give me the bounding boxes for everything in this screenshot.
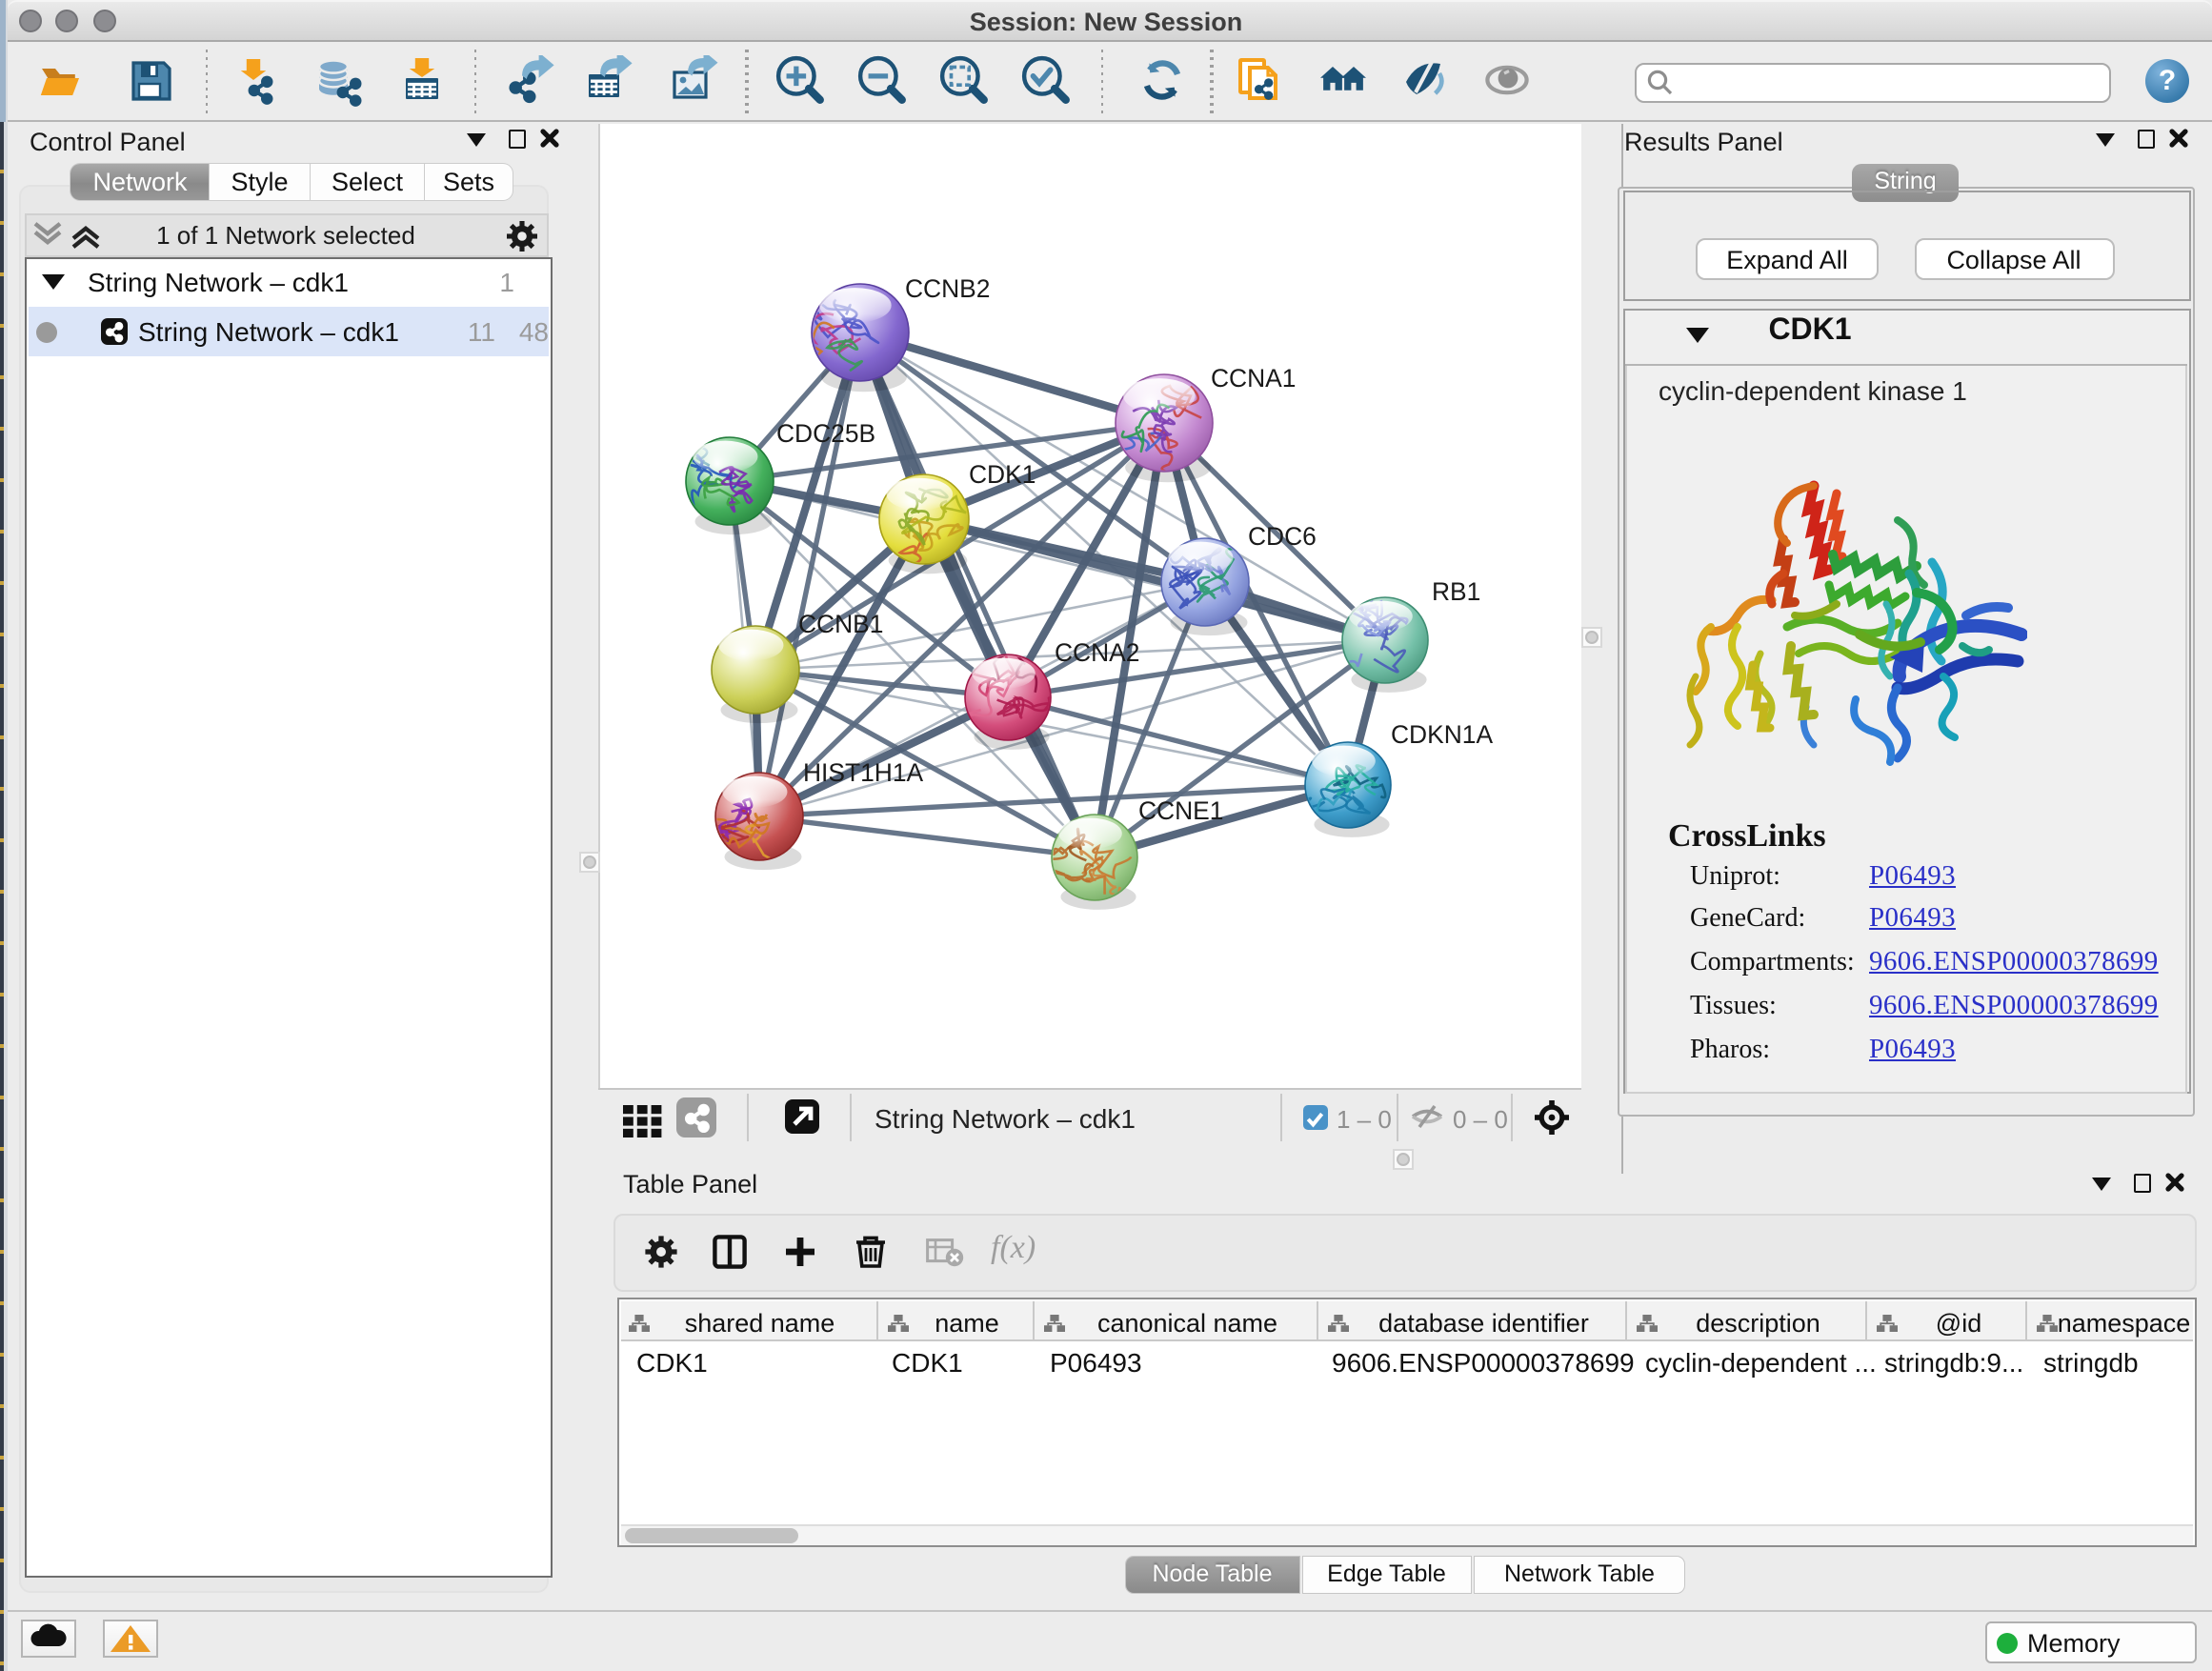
svg-text:CDC6: CDC6 — [1248, 521, 1317, 550]
svg-text:CCNA1: CCNA1 — [1211, 363, 1296, 392]
svg-text:RB1: RB1 — [1432, 576, 1480, 605]
svg-text:CCNA2: CCNA2 — [1055, 637, 1139, 666]
svg-text:CCNB1: CCNB1 — [798, 609, 883, 637]
svg-text:CCNB2: CCNB2 — [905, 273, 990, 302]
svg-text:CDK1: CDK1 — [969, 459, 1036, 488]
svg-text:HIST1H1A: HIST1H1A — [803, 757, 924, 786]
svg-text:CDKN1A: CDKN1A — [1391, 719, 1493, 748]
svg-text:CDC25B: CDC25B — [776, 418, 875, 447]
svg-text:CCNE1: CCNE1 — [1138, 795, 1223, 824]
